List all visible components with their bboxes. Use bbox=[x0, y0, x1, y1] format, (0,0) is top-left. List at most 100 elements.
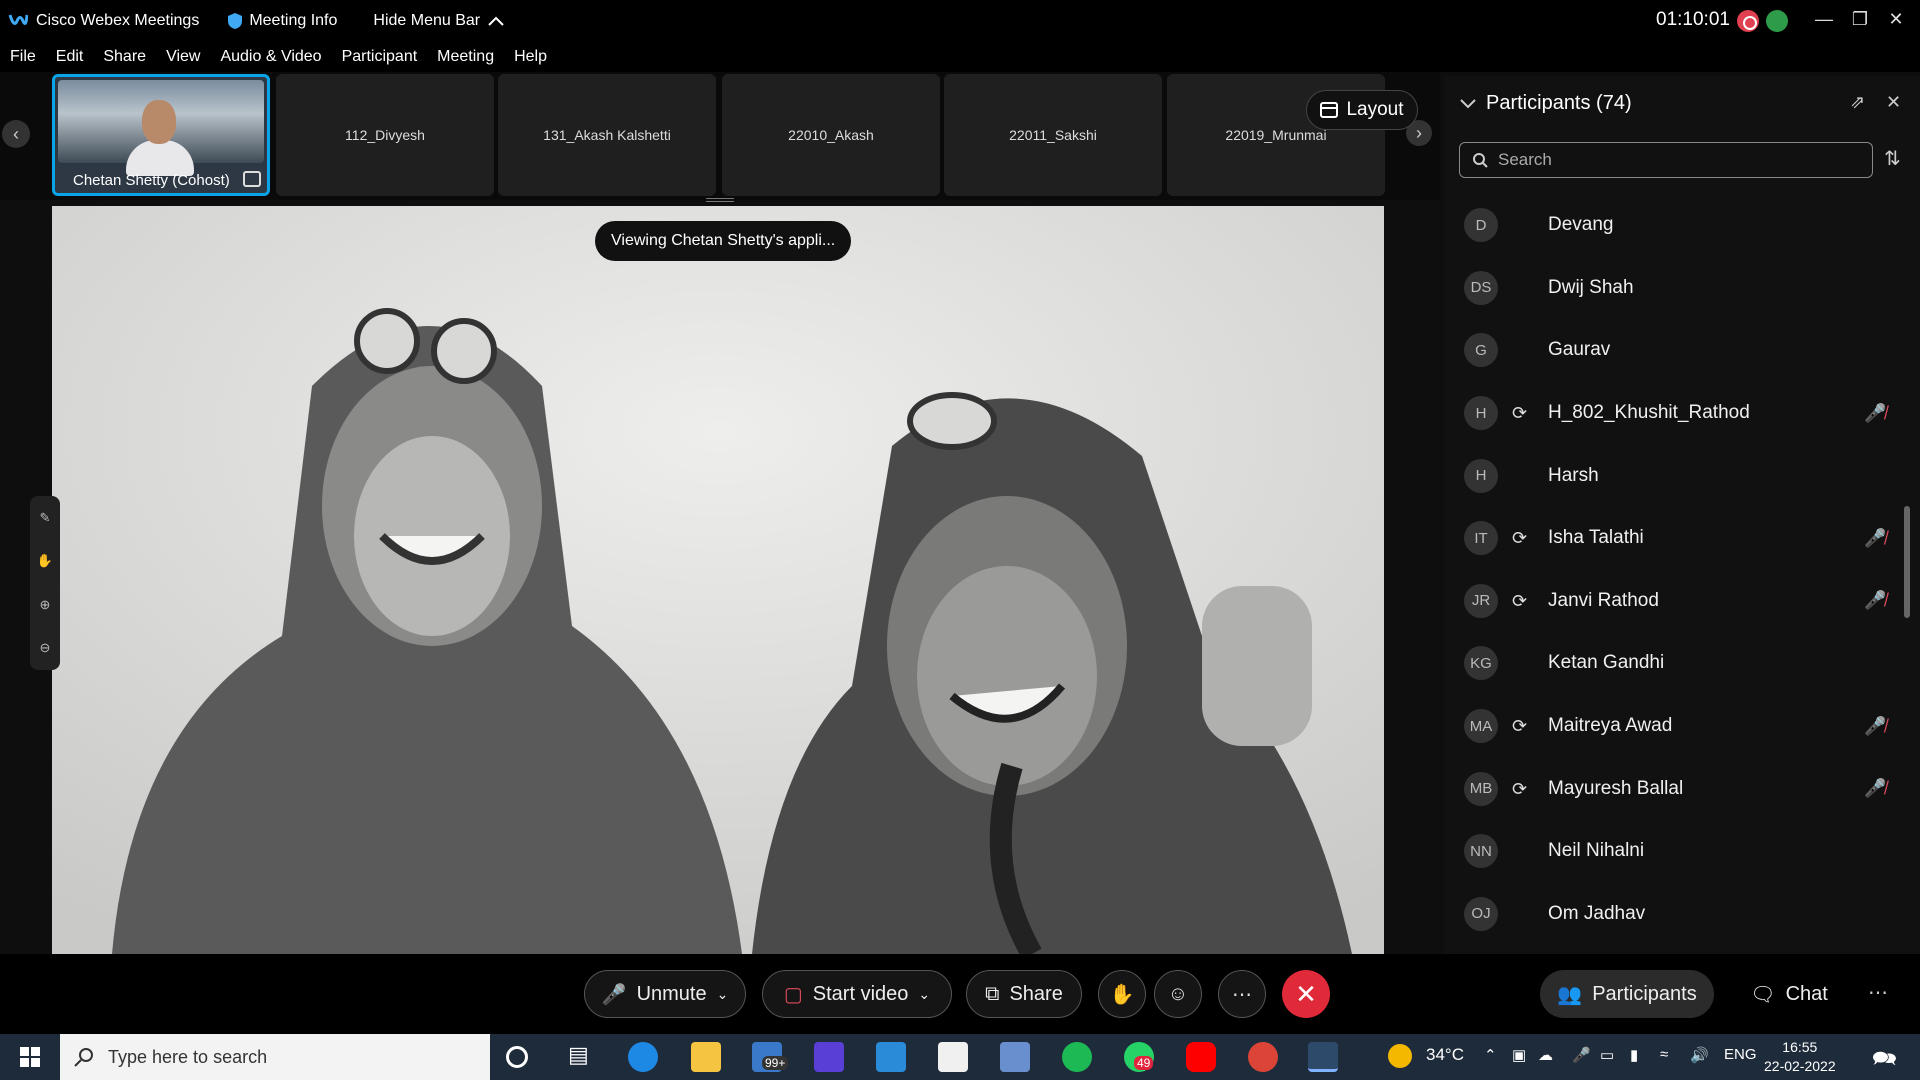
participant-row[interactable]: IT ⟳ Isha Talathi 🎤̸ bbox=[1464, 507, 1904, 570]
show-hidden-icons-icon[interactable]: ⌃ bbox=[1484, 1046, 1497, 1064]
zoom-in-icon[interactable]: ⊕ bbox=[40, 597, 51, 613]
network-signal-icon[interactable] bbox=[1766, 10, 1788, 32]
chevron-down-icon[interactable] bbox=[1460, 98, 1476, 109]
close-window-icon[interactable]: ✕ bbox=[1878, 6, 1914, 32]
mathway-icon[interactable] bbox=[814, 1042, 844, 1072]
menu-share[interactable]: Share bbox=[103, 48, 146, 66]
muted-mic-icon[interactable]: 🎤̸ bbox=[1864, 403, 1886, 424]
start-button[interactable] bbox=[0, 1047, 60, 1067]
remote-control-icon[interactable]: ✋ bbox=[37, 553, 53, 569]
volume-icon[interactable]: 🔊 bbox=[1690, 1046, 1709, 1064]
participants-button[interactable]: 👥 Participants bbox=[1540, 970, 1714, 1018]
tray-icon[interactable]: ▣ bbox=[1512, 1046, 1526, 1064]
participant-tile[interactable]: 22010_Akash bbox=[722, 74, 940, 196]
network-app-icon[interactable] bbox=[1000, 1042, 1030, 1072]
participant-row[interactable]: KG Ketan Gandhi bbox=[1464, 632, 1904, 695]
close-icon: ✕ bbox=[1295, 978, 1317, 1009]
taskbar-search-input[interactable]: Type here to search bbox=[60, 1034, 490, 1080]
leave-meeting-button[interactable]: ✕ bbox=[1282, 970, 1330, 1018]
participant-name: Harsh bbox=[1548, 464, 1599, 486]
sort-icon[interactable]: ⇅ bbox=[1884, 146, 1901, 171]
annotate-icon[interactable]: ✎ bbox=[40, 510, 51, 526]
resize-handle[interactable] bbox=[706, 198, 734, 202]
host-video-tile[interactable]: Chetan Shetty (Cohost) bbox=[52, 74, 270, 196]
participant-row[interactable]: JR ⟳ Janvi Rathod 🎤̸ bbox=[1464, 570, 1904, 633]
vscode-icon[interactable] bbox=[876, 1042, 906, 1072]
weather-icon[interactable] bbox=[1388, 1044, 1412, 1068]
filmstrip-prev-button[interactable]: ‹ bbox=[2, 120, 30, 148]
start-video-button[interactable]: ▢ Start video ⌄ bbox=[762, 970, 952, 1018]
notes-icon[interactable] bbox=[938, 1042, 968, 1072]
sync-icon: ⟳ bbox=[1512, 528, 1528, 549]
windows-taskbar: Type here to search ▤ 99+ 49 34°C ⌃ ▣ ☁ … bbox=[0, 1034, 1920, 1080]
participant-name: Janvi Rathod bbox=[1548, 589, 1659, 611]
chevron-down-icon[interactable]: ⌄ bbox=[717, 986, 729, 1003]
participant-row[interactable]: D Devang bbox=[1464, 194, 1904, 257]
participant-tile[interactable]: 22011_Sakshi bbox=[944, 74, 1162, 196]
hide-menu-bar-button[interactable]: Hide Menu Bar bbox=[373, 12, 504, 30]
menu-help[interactable]: Help bbox=[514, 48, 547, 66]
unmute-button[interactable]: 🎤 Unmute ⌄ bbox=[584, 970, 746, 1018]
layout-button[interactable]: Layout bbox=[1306, 90, 1418, 130]
raise-hand-button[interactable]: ✋ bbox=[1098, 970, 1146, 1018]
muted-mic-icon[interactable]: 🎤̸ bbox=[1864, 528, 1886, 549]
language-indicator[interactable]: ENG bbox=[1724, 1046, 1757, 1063]
participant-row[interactable]: H Harsh bbox=[1464, 444, 1904, 507]
share-button[interactable]: ⧉ Share bbox=[966, 970, 1082, 1018]
participant-row[interactable]: NN Neil Nihalni bbox=[1464, 820, 1904, 883]
search-icon bbox=[74, 1048, 93, 1067]
file-explorer-icon[interactable] bbox=[691, 1042, 721, 1072]
participant-row[interactable]: OJ Om Jadhav bbox=[1464, 883, 1904, 946]
muted-mic-icon[interactable]: 🎤̸ bbox=[1864, 590, 1886, 611]
participant-list-scrollbar[interactable] bbox=[1904, 506, 1910, 618]
menu-view[interactable]: View bbox=[166, 48, 200, 66]
participant-row[interactable]: MB ⟳ Mayuresh Ballal 🎤̸ bbox=[1464, 757, 1904, 820]
menu-participant[interactable]: Participant bbox=[342, 48, 418, 66]
youtube-icon[interactable] bbox=[1186, 1042, 1216, 1072]
onedrive-icon[interactable]: ☁ bbox=[1538, 1046, 1553, 1064]
chevron-down-icon[interactable]: ⌄ bbox=[918, 986, 930, 1003]
menu-file[interactable]: File bbox=[10, 48, 36, 66]
participant-row[interactable]: MA ⟳ Maitreya Awad 🎤̸ bbox=[1464, 695, 1904, 758]
participant-name: Mayuresh Ballal bbox=[1548, 777, 1684, 799]
cortana-icon[interactable] bbox=[506, 1046, 528, 1068]
recording-icon[interactable] bbox=[1737, 10, 1759, 32]
participant-row[interactable]: G Gaurav bbox=[1464, 319, 1904, 382]
more-options-button[interactable]: ⋯ bbox=[1218, 970, 1266, 1018]
meeting-info-button[interactable]: Meeting Info bbox=[227, 12, 337, 30]
wifi-icon[interactable]: ≈ bbox=[1660, 1046, 1668, 1063]
display-icon[interactable]: ▭ bbox=[1600, 1046, 1614, 1064]
minimize-icon[interactable]: — bbox=[1806, 6, 1842, 32]
menu-audio-video[interactable]: Audio & Video bbox=[220, 48, 321, 66]
chat-button[interactable]: 🗨 Chat bbox=[1732, 970, 1846, 1018]
spotify-icon[interactable] bbox=[1062, 1042, 1092, 1072]
task-view-icon[interactable]: ▤ bbox=[568, 1042, 598, 1072]
avatar: KG bbox=[1464, 646, 1498, 681]
pop-out-icon[interactable]: ⇗ bbox=[1850, 92, 1865, 113]
zoom-out-icon[interactable]: ⊖ bbox=[40, 640, 51, 656]
participants-header[interactable]: Participants (74) bbox=[1460, 92, 1632, 115]
close-panel-icon[interactable]: ✕ bbox=[1886, 92, 1901, 113]
participants-label: Participants bbox=[1592, 982, 1697, 1005]
unmute-label: Unmute bbox=[636, 982, 707, 1005]
taskbar-clock[interactable]: 16:55 22-02-2022 bbox=[1764, 1038, 1836, 1076]
reactions-button[interactable]: ☺ bbox=[1154, 970, 1202, 1018]
video-off-icon: ▢ bbox=[783, 983, 803, 1006]
muted-mic-icon[interactable]: 🎤̸ bbox=[1864, 778, 1886, 799]
participant-tile[interactable]: 131_Akash Kalshetti bbox=[498, 74, 716, 196]
microphone-icon[interactable]: 🎤 bbox=[1572, 1046, 1591, 1064]
participant-tile[interactable]: 112_Divyesh bbox=[276, 74, 494, 196]
panel-more-icon[interactable]: ⋯ bbox=[1868, 980, 1888, 1005]
participant-row[interactable]: H ⟳ H_802_Khushit_Rathod 🎤̸ bbox=[1464, 382, 1904, 445]
battery-icon[interactable]: ▮ bbox=[1630, 1046, 1638, 1064]
restore-icon[interactable]: ❐ bbox=[1842, 6, 1878, 32]
participant-row[interactable]: DS Dwij Shah bbox=[1464, 257, 1904, 320]
participant-search-input[interactable]: Search bbox=[1459, 142, 1873, 178]
menu-meeting[interactable]: Meeting bbox=[437, 48, 494, 66]
notifications-icon[interactable]: 🗪 bbox=[1872, 1044, 1897, 1078]
muted-mic-icon[interactable]: 🎤̸ bbox=[1864, 716, 1886, 737]
webex-taskbar-icon[interactable] bbox=[1308, 1042, 1338, 1072]
chrome-icon[interactable] bbox=[1248, 1042, 1278, 1072]
menu-edit[interactable]: Edit bbox=[56, 48, 84, 66]
edge-icon[interactable] bbox=[628, 1042, 658, 1072]
